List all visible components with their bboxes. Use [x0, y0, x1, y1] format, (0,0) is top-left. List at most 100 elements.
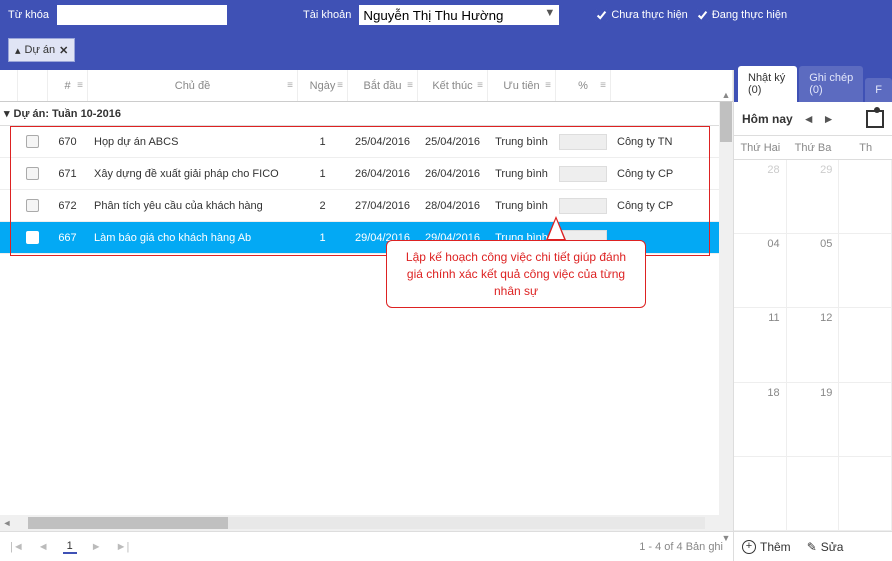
filter-icon[interactable]: ≡ — [407, 80, 413, 91]
chevron-down-icon: ▾ — [4, 107, 10, 120]
col-subject[interactable]: Chủ đề≡ — [88, 70, 298, 101]
table-row[interactable]: 672Phân tích yêu cầu của khách hàng227/0… — [0, 190, 733, 222]
tab-notes[interactable]: Ghi chép (0) — [799, 66, 863, 102]
checkbox-doing[interactable] — [696, 9, 709, 22]
calendar-cell[interactable] — [839, 160, 892, 233]
right-tabs: Nhật ký (0) Ghi chép (0) F — [734, 70, 892, 102]
edit-button[interactable]: ✎ Sửa — [807, 540, 844, 554]
tab-diary[interactable]: Nhật ký (0) — [738, 66, 797, 102]
grid-header-row: #≡ Chủ đề≡ Ngày≡ Bắt đầu≡ Kết thúc≡ Ưu t… — [0, 70, 733, 102]
table-row[interactable]: 670Họp dự án ABCS125/04/201625/04/2016Tr… — [0, 126, 733, 158]
scroll-thumb[interactable] — [28, 517, 228, 529]
col-expand — [0, 70, 18, 101]
group-by-project-chip[interactable]: ▴ Dự án ✕ — [8, 38, 75, 62]
row-checkbox[interactable] — [26, 199, 39, 212]
col-end[interactable]: Kết thúc≡ — [418, 70, 488, 101]
calendar-cell[interactable] — [787, 457, 840, 530]
calendar-cell[interactable] — [839, 457, 892, 530]
filter-icon[interactable]: ≡ — [77, 80, 83, 91]
calendar-cell[interactable]: 11 — [734, 308, 787, 381]
col-percent[interactable]: %≡ — [556, 70, 611, 101]
pager-next-icon[interactable]: ► — [91, 541, 102, 553]
scroll-thumb[interactable] — [720, 102, 732, 142]
close-icon[interactable]: ✕ — [59, 44, 68, 57]
row-checkbox[interactable] — [26, 135, 39, 148]
calendar-cell[interactable] — [839, 383, 892, 456]
calendar-cell[interactable]: 19 — [787, 383, 840, 456]
calendar-cell[interactable]: 18 — [734, 383, 787, 456]
calendar-cell[interactable]: 12 — [787, 308, 840, 381]
calendar-cell[interactable]: 04 — [734, 234, 787, 307]
percent-cell[interactable] — [559, 198, 607, 214]
percent-cell[interactable] — [559, 166, 607, 182]
pager-bar: |◄ ◄ 1 ► ►| 1 - 4 of 4 Bản ghi — [0, 531, 733, 561]
annotation-callout: Lập kế hoạch công việc chi tiết giúp đán… — [386, 240, 646, 308]
top-filter-bar: Từ khóa Tài khoản ▼ Chưa thực hiện Đang … — [0, 0, 892, 30]
filter-icon[interactable]: ≡ — [600, 80, 606, 91]
calendar-cell[interactable]: 29 — [787, 160, 840, 233]
group-row-label: Dự án: Tuần 10-2016 — [14, 108, 121, 120]
calendar-day-headers: Thứ HaiThứ BaTh — [734, 136, 892, 160]
scroll-down-icon[interactable]: ▼ — [719, 531, 733, 545]
pager-prev-icon[interactable]: ◄ — [38, 541, 49, 553]
calendar-cell[interactable]: 28 — [734, 160, 787, 233]
tab-third[interactable]: F — [865, 78, 892, 102]
pager-current-page[interactable]: 1 — [63, 540, 77, 554]
scroll-left-icon[interactable]: ◄ — [0, 518, 14, 528]
keyword-label: Từ khóa — [8, 9, 49, 21]
add-button-label: Thêm — [760, 540, 791, 554]
filter-doing[interactable]: Đang thực hiện — [696, 9, 787, 22]
calendar-day-header: Thứ Hai — [734, 136, 787, 159]
horizontal-scrollbar[interactable]: ◄ ► — [0, 515, 733, 531]
row-checkbox[interactable] — [26, 231, 39, 244]
filter-icon[interactable]: ≡ — [545, 80, 551, 91]
col-days[interactable]: Ngày≡ — [298, 70, 348, 101]
table-row[interactable]: 671Xây dựng đề xuất giải pháp cho FICO12… — [0, 158, 733, 190]
filter-icon[interactable]: ≡ — [477, 80, 483, 91]
group-row-project[interactable]: ▾ Dự án: Tuần 10-2016 — [0, 102, 733, 126]
right-panel: Nhật ký (0) Ghi chép (0) F Hôm nay ◄ ► T… — [734, 70, 892, 561]
calendar-header: Hôm nay ◄ ► — [734, 102, 892, 136]
filter-doing-label: Đang thực hiện — [712, 9, 787, 21]
pager-first-icon[interactable]: |◄ — [10, 541, 24, 553]
task-grid-panel: #≡ Chủ đề≡ Ngày≡ Bắt đầu≡ Kết thúc≡ Ưu t… — [0, 70, 734, 561]
col-company — [611, 70, 733, 101]
scroll-up-icon[interactable]: ▲ — [719, 88, 733, 102]
grouping-bar: ▴ Dự án ✕ — [0, 30, 892, 70]
today-button[interactable]: Hôm nay — [742, 112, 793, 126]
vertical-scrollbar[interactable]: ▲ ▼ — [719, 102, 733, 531]
pager-last-icon[interactable]: ►| — [116, 541, 130, 553]
filter-icon[interactable]: ≡ — [337, 80, 343, 91]
pager-summary: 1 - 4 of 4 Bản ghi — [639, 541, 723, 553]
checkbox-not-done[interactable] — [595, 9, 608, 22]
calendar-day-header: Th — [839, 136, 892, 159]
filter-not-done-label: Chưa thực hiện — [611, 9, 688, 21]
col-priority[interactable]: Ưu tiên≡ — [488, 70, 556, 101]
calendar-grid: 2829040511121819 — [734, 160, 892, 531]
calendar-icon[interactable] — [866, 110, 884, 128]
right-panel-actions: + Thêm ✎ Sửa — [734, 531, 892, 561]
col-id[interactable]: #≡ — [48, 70, 88, 101]
keyword-input[interactable] — [57, 5, 227, 25]
calendar-cell[interactable] — [734, 457, 787, 530]
col-start[interactable]: Bắt đầu≡ — [348, 70, 418, 101]
row-checkbox[interactable] — [26, 167, 39, 180]
edit-button-label: Sửa — [821, 540, 844, 554]
group-chip-label: Dự án — [25, 44, 56, 56]
calendar-cell[interactable] — [839, 308, 892, 381]
plus-icon: + — [742, 540, 756, 554]
account-label: Tài khoản — [303, 9, 351, 21]
account-select[interactable] — [359, 5, 559, 25]
add-button[interactable]: + Thêm — [742, 540, 791, 554]
filter-icon[interactable]: ≡ — [287, 80, 293, 91]
calendar-cell[interactable]: 05 — [787, 234, 840, 307]
col-checkbox — [18, 70, 48, 101]
grid-body: 670Họp dự án ABCS125/04/201625/04/2016Tr… — [0, 126, 733, 254]
calendar-day-header: Thứ Ba — [787, 136, 840, 159]
filter-not-done[interactable]: Chưa thực hiện — [595, 9, 688, 22]
calendar-cell[interactable] — [839, 234, 892, 307]
percent-cell[interactable] — [559, 134, 607, 150]
chevron-up-icon: ▴ — [15, 44, 21, 57]
calendar-prev-icon[interactable]: ◄ — [803, 112, 815, 126]
calendar-next-icon[interactable]: ► — [823, 112, 835, 126]
